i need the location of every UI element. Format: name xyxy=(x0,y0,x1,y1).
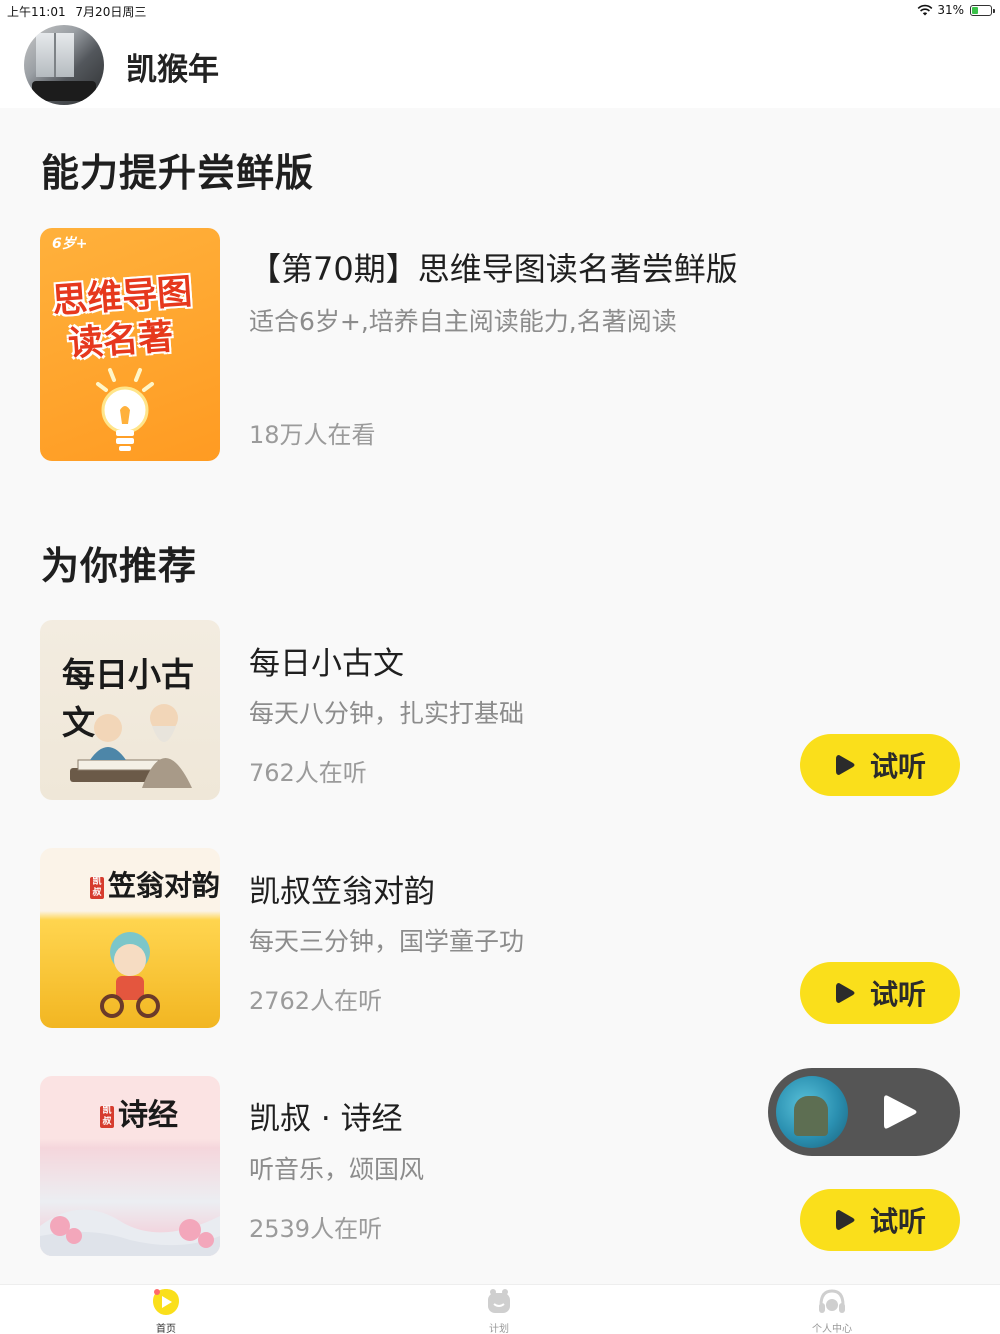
plan-icon xyxy=(488,1289,510,1313)
battery-percent: 31% xyxy=(937,3,964,17)
lightbulb-icon xyxy=(96,368,154,451)
status-date: 7月20日周三 xyxy=(75,5,147,19)
listen-button[interactable]: 试听 xyxy=(800,1189,960,1251)
featured-title[interactable]: 【第70期】思维导图读名著尝鲜版 xyxy=(249,244,738,290)
tab-label: 首页 xyxy=(156,1324,176,1334)
tab-label: 计划 xyxy=(489,1324,509,1334)
featured-cover-age: 6岁+ xyxy=(52,236,88,252)
item-title[interactable]: 凯叔笠翁对韵 xyxy=(249,866,435,911)
item-subtitle: 每天三分钟，国学童子功 xyxy=(249,927,525,956)
cover-shijing[interactable]: 凯叔 诗经 xyxy=(40,1076,220,1256)
featured-subtitle: 适合6岁+,培养自主阅读能力,名著阅读 xyxy=(249,307,677,336)
listen-label: 试听 xyxy=(869,1205,926,1238)
featured-cover[interactable]: 6岁+ 思维导图 读名著 xyxy=(40,228,220,461)
listen-label: 试听 xyxy=(869,978,926,1011)
section-title-recommend: 为你推荐 xyxy=(41,544,198,588)
featured-viewers: 18万人在看 xyxy=(249,421,376,449)
item-listeners: 2539人在听 xyxy=(249,1215,383,1243)
battery-icon xyxy=(970,4,995,16)
item-title[interactable]: 每日小古文 xyxy=(249,638,404,683)
cover-title: 凯叔 笠翁对韵 xyxy=(90,864,220,904)
cover-seal: 凯叔 xyxy=(90,876,104,899)
cover-daily-classical[interactable]: 每日小古文 xyxy=(40,620,220,800)
cover-liweng-duiyun[interactable]: 凯叔 笠翁对韵 xyxy=(40,848,220,1028)
tab-label: 个人中心 xyxy=(812,1324,852,1334)
cover-illustration xyxy=(40,1209,220,1256)
item-listeners: 762人在听 xyxy=(249,759,367,787)
listen-button[interactable]: 试听 xyxy=(800,734,960,796)
cover-illustration xyxy=(100,932,160,1018)
item-title[interactable]: 凯叔 · 诗经 xyxy=(249,1093,403,1138)
cover-seal: 凯叔 xyxy=(100,1106,114,1128)
mini-player-play-icon[interactable] xyxy=(884,1094,918,1130)
item-listeners: 2762人在听 xyxy=(249,987,383,1015)
item-subtitle: 听音乐，颂国风 xyxy=(249,1155,425,1184)
status-time-date: 上午11:01 7月20日周三 xyxy=(7,3,146,20)
tab-bar: 首页 计划 个人中心 xyxy=(0,1284,1000,1334)
status-time: 上午11:01 xyxy=(7,5,66,19)
play-icon xyxy=(835,983,855,1003)
cover-title: 凯叔 诗经 xyxy=(100,1090,178,1134)
tab-profile[interactable]: 个人中心 xyxy=(772,1285,892,1334)
tab-home[interactable]: 首页 xyxy=(106,1285,226,1334)
featured-cover-line2: 读名著 xyxy=(66,317,175,365)
listen-button[interactable]: 试听 xyxy=(800,962,960,1024)
wifi-icon xyxy=(917,4,933,16)
listen-label: 试听 xyxy=(869,750,926,783)
mini-player-thumbnail[interactable] xyxy=(776,1076,848,1148)
username[interactable]: 凯猴年 xyxy=(126,44,219,89)
tab-plan[interactable]: 计划 xyxy=(439,1285,559,1334)
mini-player[interactable] xyxy=(768,1068,960,1156)
status-indicators: 31% xyxy=(917,3,995,17)
home-icon xyxy=(153,1289,179,1315)
play-icon xyxy=(835,755,855,775)
play-icon xyxy=(835,1210,855,1230)
avatar[interactable] xyxy=(24,25,104,105)
status-bar: 上午11:01 7月20日周三 31% xyxy=(0,0,1000,20)
profile-icon xyxy=(819,1289,845,1313)
section-title-featured: 能力提升尝鲜版 xyxy=(41,151,315,195)
item-subtitle: 每天八分钟，扎实打基础 xyxy=(249,699,525,728)
cover-illustration xyxy=(70,704,192,788)
header: 凯猴年 xyxy=(0,20,1000,108)
